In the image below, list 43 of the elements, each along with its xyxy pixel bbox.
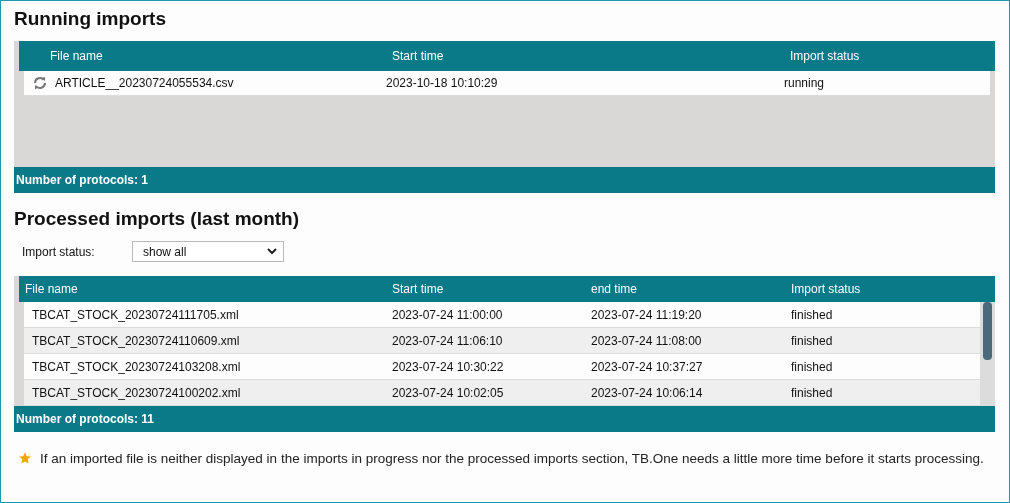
scrollbar-thumb[interactable] xyxy=(983,302,992,360)
table-cell-text: 2023-07-24 11:19:20 xyxy=(591,307,703,322)
table-row[interactable]: TBCAT_STOCK_20230724111705.xml 2023-07-24 11:00:00 2023-07-24 11:19:20 finished xyxy=(24,302,980,328)
section-title: Running imports xyxy=(14,7,167,31)
table-cell-text: TBCAT_STOCK_20230724110609.xml xyxy=(32,333,241,348)
table-cell-text: 2023-07-24 11:06:10 xyxy=(392,333,504,348)
table-row[interactable]: TBCAT_STOCK_20230724100202.xml 2023-07-24 10:02:05 2023-07-24 10:06:14 finished xyxy=(24,380,980,406)
table-cell-text: finished xyxy=(791,359,834,374)
column-header[interactable]: Import status xyxy=(791,282,991,296)
table-cell-text: 2023-07-24 10:02:05 xyxy=(392,385,505,400)
column-header[interactable]: Start time xyxy=(392,49,790,63)
table-cell-text: 2023-07-24 11:00:00 xyxy=(392,307,504,322)
table-cell-text: 2023-07-24 10:37:27 xyxy=(591,359,704,374)
table-cell-text: running xyxy=(784,76,826,90)
table-cell-text: 2023-07-24 10:30:22 xyxy=(392,359,505,374)
column-header[interactable]: end time xyxy=(591,282,791,296)
table-row[interactable]: ARTICLE__20230724055534.csv 2023-10-18 10:10:29 running xyxy=(24,71,990,96)
info-note: If an imported file is neither displayed in the imports in progress nor the processed imports section, TB.One needs a little more time before it starts processing. xyxy=(18,448,995,469)
column-header[interactable]: File name xyxy=(50,49,392,63)
table-cell-text: ARTICLE__20230724055534.csv xyxy=(55,76,235,90)
protocol-count: Number of protocols: 1 xyxy=(16,173,148,187)
scrollbar[interactable] xyxy=(980,302,995,406)
table-cell-text: finished xyxy=(791,333,834,348)
table-cell-text: finished xyxy=(791,307,834,322)
table-cell-text: TBCAT_STOCK_20230724103208.xml xyxy=(32,359,242,374)
table-row[interactable]: TBCAT_STOCK_20230724103208.xml 2023-07-24 10:30:22 2023-07-24 10:37:27 finished xyxy=(24,354,980,380)
refresh-icon xyxy=(31,75,48,91)
column-header[interactable]: Start time xyxy=(392,282,591,296)
column-header[interactable]: File name xyxy=(25,282,392,296)
section-title: Processed imports (last month) xyxy=(14,207,301,231)
chevron-down-icon xyxy=(267,248,277,255)
table-row[interactable]: TBCAT_STOCK_20230724110609.xml 2023-07-24 11:06:10 2023-07-24 11:08:00 finished xyxy=(24,328,980,354)
column-header[interactable]: Import status xyxy=(790,49,950,63)
table-cell-text: 2023-07-24 10:06:14 xyxy=(591,385,704,400)
table-cell-text: 2023-10-18 10:10:29 xyxy=(386,76,499,90)
filter-label: Import status: xyxy=(22,244,96,259)
table-cell-text: TBCAT_STOCK_20230724111705.xml xyxy=(32,307,240,322)
star-icon xyxy=(18,451,32,465)
status-select[interactable]: show all xyxy=(132,241,284,262)
table-cell-text: TBCAT_STOCK_20230724100202.xml xyxy=(32,385,242,400)
table-cell-text: 2023-07-24 11:08:00 xyxy=(591,333,703,348)
protocol-count: Number of protocols: 11 xyxy=(16,412,155,426)
table-cell-text: finished xyxy=(791,385,834,400)
